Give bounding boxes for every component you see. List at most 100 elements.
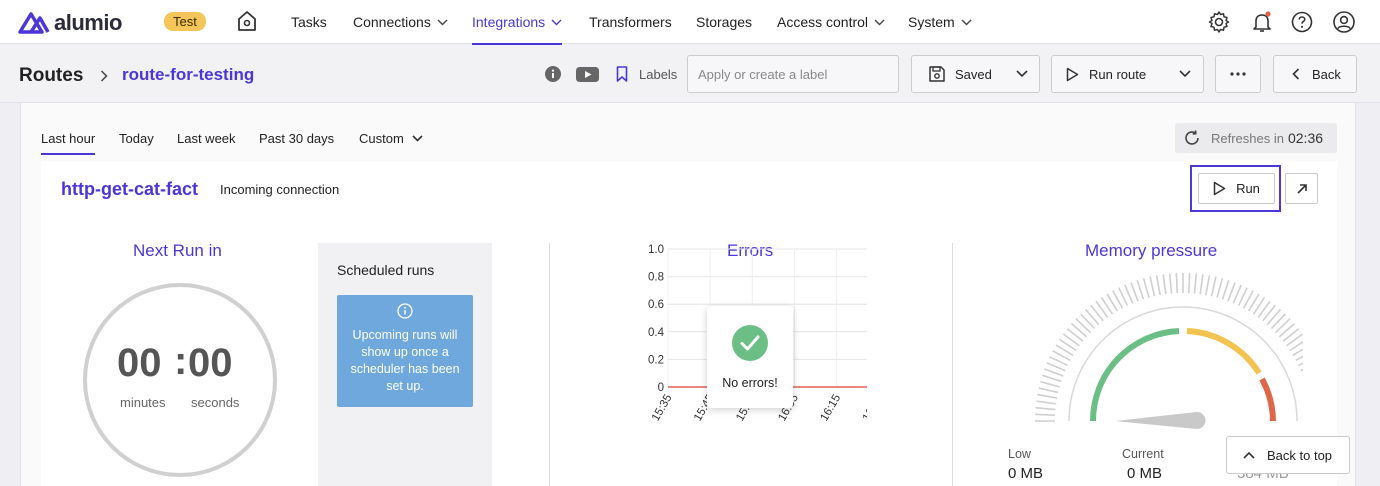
gear-icon[interactable] xyxy=(1207,10,1231,39)
tab-custom[interactable]: Custom xyxy=(359,131,423,146)
nav-integrations[interactable]: Integrations xyxy=(472,0,563,45)
gauge-needle xyxy=(1115,412,1206,429)
gauge-ticks xyxy=(1035,273,1303,422)
bell-icon[interactable] xyxy=(1250,10,1274,39)
nav-tasks[interactable]: Tasks xyxy=(291,0,327,44)
gauge-tick xyxy=(1036,400,1057,405)
alumio-logo-icon xyxy=(18,12,50,34)
scheduled-runs-panel: Scheduled runs Upcoming runs will show u… xyxy=(318,243,492,486)
refresh-label: Refreshes in xyxy=(1211,130,1284,146)
run-button[interactable]: Run xyxy=(1198,173,1275,204)
breadcrumb: Routes route-for-testing Labels Saved Ru… xyxy=(0,45,1380,103)
timer-minutes-label: minutes xyxy=(120,395,166,410)
open-external-button[interactable] xyxy=(1285,173,1318,204)
nav-transformers-label: Transformers xyxy=(589,14,672,30)
gauge-arc-green xyxy=(1089,328,1180,422)
refresh-countdown[interactable]: Refreshes in 02:36 xyxy=(1175,123,1337,153)
gauge-tick xyxy=(1193,273,1198,294)
gauge-tick xyxy=(1040,380,1060,388)
chart-x-tick-label: 15:35 xyxy=(650,393,675,424)
page-title: route-for-testing xyxy=(122,65,255,84)
gauge-tick xyxy=(1046,362,1066,372)
nav-system-label: System xyxy=(908,14,955,30)
chart-y-tick-label: 0 xyxy=(658,382,664,394)
chart-y-ticks: 1.0 0.8 0.6 0.4 0.2 0 xyxy=(648,244,665,394)
more-options-button[interactable] xyxy=(1215,55,1261,93)
back-button[interactable]: Back xyxy=(1273,55,1357,93)
gauge-tick xyxy=(1130,282,1139,302)
saved-dropdown-button[interactable] xyxy=(1004,55,1040,93)
timer-minutes: 00 xyxy=(117,341,162,385)
user-avatar-icon[interactable] xyxy=(1332,10,1356,39)
saved-button[interactable]: Saved xyxy=(911,55,1005,93)
nav-storages[interactable]: Storages xyxy=(696,0,752,44)
back-to-top-button[interactable]: Back to top xyxy=(1226,436,1350,474)
card-title[interactable]: http-get-cat-fact xyxy=(61,179,198,200)
scheduled-runs-message: Upcoming runs will show up once a schedu… xyxy=(350,328,460,393)
info-icon xyxy=(397,303,413,319)
gauge-tick xyxy=(1035,406,1056,411)
ellipsis-icon xyxy=(1230,72,1246,76)
run-route-button[interactable]: Run route xyxy=(1051,55,1168,93)
timer-seconds-label: seconds xyxy=(191,395,240,410)
nav-tasks-label: Tasks xyxy=(291,14,327,30)
no-errors-popup: No errors! xyxy=(707,306,793,408)
chart-y-tick-label: 0.2 xyxy=(648,354,664,366)
gauge-tick xyxy=(1205,275,1211,296)
memory-current-label: Current xyxy=(1122,447,1164,461)
section-divider xyxy=(549,243,550,486)
breadcrumb-routes[interactable]: Routes xyxy=(19,65,83,87)
tab-today[interactable]: Today xyxy=(119,131,154,146)
gauge-arc-yellow xyxy=(1186,328,1262,375)
chevron-up-icon xyxy=(1243,451,1255,459)
environment-badge: Test xyxy=(164,12,206,31)
label-input[interactable] xyxy=(687,55,899,93)
logo-text: alumio xyxy=(54,10,122,35)
memory-low-value: 0 MB xyxy=(1008,465,1044,482)
tab-past-30-days[interactable]: Past 30 days xyxy=(259,131,334,146)
no-errors-text: No errors! xyxy=(722,376,778,390)
run-route-label: Run route xyxy=(1089,66,1147,82)
video-icon[interactable] xyxy=(576,67,599,87)
gauge-tick xyxy=(1199,274,1204,295)
gauge-tick xyxy=(1175,273,1179,294)
memory-low-label: Low xyxy=(1008,447,1031,461)
chevron-down-icon xyxy=(437,19,448,25)
tab-last-week[interactable]: Last week xyxy=(177,131,236,146)
gauge-tick xyxy=(1155,275,1161,296)
run-route-dropdown-button[interactable] xyxy=(1167,55,1204,93)
scheduled-runs-title: Scheduled runs xyxy=(337,262,435,278)
nav-connections[interactable]: Connections xyxy=(353,0,448,44)
gauge-tick xyxy=(1232,284,1242,304)
nav-integrations-label: Integrations xyxy=(472,14,546,30)
gauge-tick xyxy=(1041,374,1062,383)
run-label: Run xyxy=(1236,181,1260,196)
top-navigation: alumio Test Tasks Connections Integratio… xyxy=(0,0,1380,45)
gauge-tick xyxy=(1221,279,1230,300)
chevron-left-icon xyxy=(1292,68,1300,80)
gauge-tick xyxy=(1136,279,1145,300)
save-icon xyxy=(929,66,945,82)
section-divider xyxy=(952,243,953,486)
play-icon xyxy=(1213,181,1226,196)
gauge-tick xyxy=(1124,284,1134,304)
nav-transformers[interactable]: Transformers xyxy=(589,0,672,44)
nav-system[interactable]: System xyxy=(908,0,972,44)
alumio-logo[interactable]: alumio xyxy=(18,10,122,36)
help-icon[interactable] xyxy=(1290,10,1314,39)
chart-y-tick-label: 0.4 xyxy=(648,327,665,339)
tab-last-hour[interactable]: Last hour xyxy=(41,131,96,155)
chevron-down-icon xyxy=(1015,70,1028,78)
labels-text: Labels xyxy=(639,67,678,82)
chart-x-tick-label: 16:15 xyxy=(818,393,843,424)
nav-access-control[interactable]: Access control xyxy=(777,0,885,44)
gauge-tick xyxy=(1227,282,1236,302)
chart-y-tick-label: 0.6 xyxy=(648,299,664,311)
chart-y-tick-label: 0.8 xyxy=(648,272,664,284)
chevron-down-icon xyxy=(1179,70,1191,78)
gauge-tick xyxy=(1038,387,1059,394)
memory-gauge xyxy=(1035,273,1303,429)
home-icon[interactable] xyxy=(236,10,258,37)
info-icon[interactable] xyxy=(545,66,561,87)
memory-current-value: 0 MB xyxy=(1127,465,1163,482)
